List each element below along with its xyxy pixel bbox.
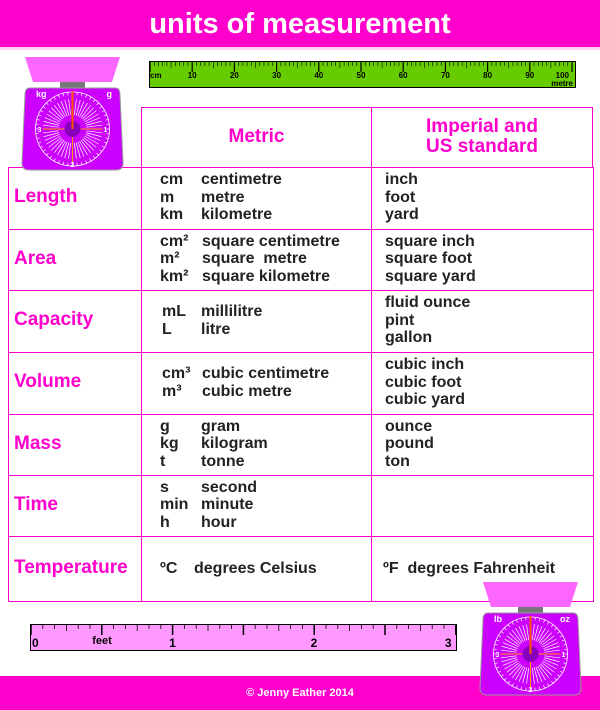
metric-symbol: h [160,513,170,531]
metric-unit: tonne [201,452,245,470]
scale-right-label: oz [560,614,570,624]
scale-left-label: kg [36,89,47,99]
metric-symbol: km [160,206,184,223]
ruler-tick-label: 0 [32,636,39,650]
ruler-tick-label: 3 [445,636,452,650]
metric-symbol: m [160,188,175,206]
imperial-unit: cubic yard [385,391,466,408]
metric-unit: millilitre [201,303,263,320]
table-cell [141,290,372,353]
imperial-unit: inch [385,171,418,188]
metric-symbol: cm² [160,232,189,250]
ruler-unit-label: feet [92,635,112,647]
imperial-unit: pound [385,435,434,452]
imperial-unit: cubic inch [385,356,465,373]
ruler-tick-label: 30 [272,71,281,80]
row-label: Volume [14,371,82,392]
row-label: Length [14,186,78,207]
imperial-unit: foot [385,188,416,206]
metric-symbol: m² [160,250,180,267]
metric-symbol: L [162,320,172,338]
kitchen-scale-lb-icon: lb oz 1 2 3 [479,582,582,696]
metric-symbol: m³ [162,382,182,400]
dial-label: 3 [496,652,500,659]
imperial-unit: gallon [385,329,433,346]
ruler-tick-label: 40 [314,71,323,80]
imperial-unit: cubic foot [385,373,462,391]
ruler-tick-label: 20 [230,71,239,80]
dial-label: 1 [104,127,108,134]
ruler-tick-label: 50 [357,71,366,80]
feet-ruler: 0 1 2 3 feet [30,624,457,651]
row-label: Temperature [14,556,128,578]
imperial-unit: ton [385,452,410,470]
metric-unit: cubic metre [202,382,292,400]
metric-symbol: s [160,478,169,496]
ruler-tick-label: 2 [311,636,318,650]
row-label: Area [14,247,57,269]
kitchen-scale-kg-icon: kg g 1 2 3 [21,57,124,171]
dial-label: 1 [562,652,566,659]
metric-unit: kilogram [201,435,268,452]
ruler-start-label: cm [150,71,162,80]
dial-label: 2 [529,687,533,694]
metre-ruler: cm 10 20 30 40 50 60 70 80 90 100metre [149,61,576,88]
metric-symbol: t [160,452,166,470]
metric-symbol: cm³ [162,365,191,382]
imperial-unit: fluid ounce [385,294,471,311]
metric-unit: square centimetre [202,232,340,250]
metric-unit: cubic centimetre [202,365,330,382]
ruler-tick-label: 60 [399,71,408,80]
imperial-unit: ºF degrees Fahrenheit [383,559,556,577]
metric-unit: centimetre [201,171,282,188]
metric-unit: square metre [202,250,307,267]
imperial-unit: square inch [385,232,475,250]
row-label: Time [14,493,59,515]
metric-symbol: min [160,496,189,513]
metric-unit: metre [201,188,245,206]
imperial-unit: pint [385,311,415,329]
table-cell [371,475,594,537]
row-label: Mass [14,432,62,454]
ruler-tick-label: 70 [441,71,450,80]
metric-unit: second [201,478,258,496]
ruler-end-label: metre [551,79,573,88]
row-label: Capacity [14,309,94,330]
ruler-tick-label: 80 [483,71,492,80]
header-imperial: Imperial and US standard [426,116,538,157]
metric-unit: minute [201,496,254,513]
metric-symbol: g [160,417,170,435]
metric-symbol: cm [160,171,184,188]
ruler-tick-label: 90 [525,71,534,80]
scale-right-label: g [107,89,113,99]
metric-unit: gram [201,417,241,435]
imperial-unit: ounce [385,417,433,435]
page-title: units of measurement [0,0,600,50]
metric-unit: litre [201,320,231,338]
metric-symbol: ºC [160,559,178,577]
imperial-unit: square yard [385,267,476,285]
metric-symbol: kg [160,435,179,452]
imperial-unit: yard [385,206,419,223]
metric-unit: degrees Celsius [194,559,317,577]
ruler-tick-label: 1 [169,636,176,650]
scale-left-label: lb [494,614,503,624]
imperial-unit: square foot [385,250,473,267]
metric-symbol: km² [160,267,189,285]
metric-unit: square kilometre [202,267,331,285]
metric-unit: kilometre [201,206,273,223]
metric-symbol: mL [162,303,186,320]
ruler-tick-label: 10 [188,71,197,80]
metric-unit: hour [201,513,237,531]
header-metric: Metric [228,126,285,147]
dial-label: 2 [71,162,75,169]
dial-label: 3 [38,127,42,134]
